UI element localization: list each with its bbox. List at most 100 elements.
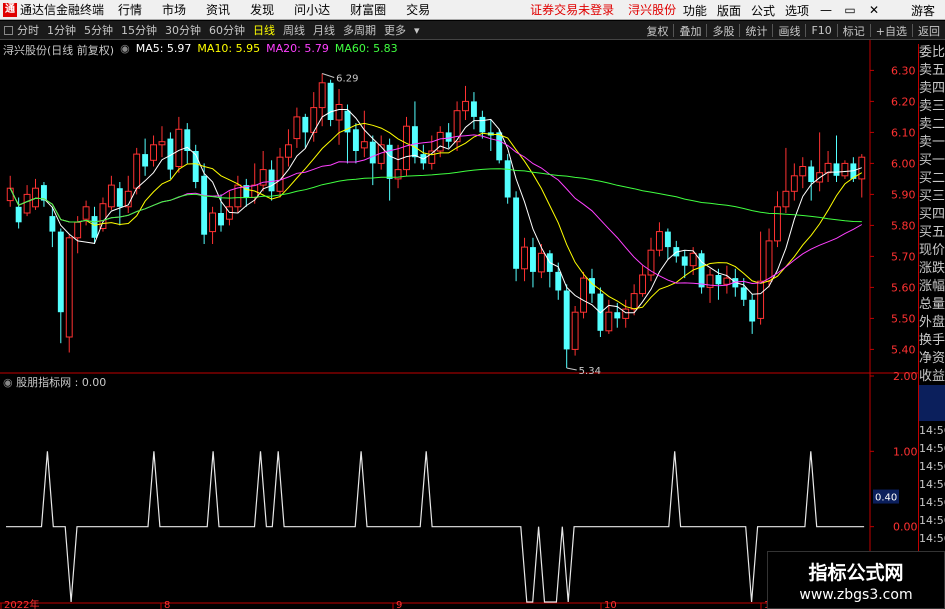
- candle-body: [116, 188, 123, 207]
- menu-hangqing[interactable]: 行情: [118, 1, 142, 18]
- candle-body: [715, 275, 722, 285]
- trade-login-notice[interactable]: 证券交易未登录: [530, 1, 614, 18]
- candle-body: [749, 299, 756, 322]
- period-toolbar: 分时 1分钟 5分钟 15分钟 30分钟 60分钟 日线 周线 月线 多周期 更…: [0, 21, 945, 40]
- menu-caifuquan[interactable]: 财富圈: [350, 1, 386, 18]
- menu-banmian[interactable]: 版面: [717, 2, 741, 19]
- indicator-settings-icon[interactable]: ◉: [3, 376, 13, 389]
- ma20-legend: MA20: 5.79: [266, 42, 329, 55]
- period-15min[interactable]: 15分钟: [121, 22, 157, 38]
- guest-label[interactable]: 游客: [911, 2, 935, 19]
- price-tick-label: 5.90: [891, 188, 916, 201]
- indicator-separator: :: [74, 376, 82, 389]
- period-more[interactable]: 更多: [384, 22, 406, 38]
- low-marker-line: [566, 367, 577, 371]
- btn-add-favorite[interactable]: +自选: [876, 23, 907, 39]
- btn-fuquan[interactable]: 复权: [646, 23, 668, 39]
- ma10-legend: MA10: 5.95: [197, 42, 261, 55]
- candle-body: [571, 311, 579, 350]
- ma60-legend: MA60: 5.83: [334, 42, 398, 55]
- menu-shichang[interactable]: 市场: [162, 1, 186, 18]
- candle-body: [360, 141, 368, 149]
- candle-body: [327, 82, 334, 120]
- layout-toggle-icon[interactable]: [4, 25, 13, 35]
- minimize-icon[interactable]: —: [819, 3, 833, 17]
- price-tick-label: 6.20: [891, 95, 916, 108]
- menu-faxian[interactable]: 发现: [250, 1, 274, 18]
- menu-jiaoyi[interactable]: 交易: [406, 1, 430, 18]
- btn-biaoji[interactable]: 标记: [843, 23, 865, 39]
- menu-xuanxiang[interactable]: 选项: [785, 2, 809, 19]
- high-price-label: 6.29: [336, 74, 358, 85]
- indicator-value: 0.00: [81, 376, 107, 389]
- period-daily[interactable]: 日线: [253, 22, 275, 38]
- price-tick-label: 5.40: [891, 343, 916, 356]
- menu-gongneng[interactable]: 功能: [683, 2, 707, 19]
- btn-diejia[interactable]: 叠加: [679, 23, 701, 39]
- sidebar-label: 涨跌: [919, 261, 945, 276]
- separator: [739, 24, 741, 37]
- candle-body: [32, 187, 39, 208]
- candle-body: [403, 125, 410, 171]
- price-tick-label: 5.60: [891, 281, 916, 294]
- tick-time: 14:56: [919, 496, 945, 509]
- menu-zixun[interactable]: 资讯: [206, 1, 230, 18]
- btn-duogu[interactable]: 多股: [712, 23, 734, 39]
- indicator-legend: ◉ 股朋指标网 : 0.00: [3, 374, 106, 390]
- menu-bar: 通 通达信金融终端 行情 市场 资讯 发现 问小达 财富圈 交易 证券交易未登录…: [0, 0, 945, 20]
- btn-f10[interactable]: F10: [811, 24, 831, 37]
- time-tick-label: 8: [164, 600, 170, 609]
- sidebar-label: 买五: [919, 225, 945, 240]
- sidebar-label: 外盘: [919, 315, 945, 330]
- separator: [869, 24, 871, 37]
- candle-body: [630, 293, 638, 310]
- period-5min[interactable]: 5分钟: [84, 22, 113, 38]
- settings-icon[interactable]: ◉: [120, 42, 130, 58]
- candle-body: [175, 128, 183, 168]
- sidebar-label: 卖一: [919, 135, 945, 150]
- period-monthly[interactable]: 月线: [313, 22, 335, 38]
- period-multi[interactable]: 多周期: [343, 22, 376, 38]
- candle-body: [285, 144, 292, 158]
- candle-body: [201, 175, 208, 235]
- tick-time: 14:56: [919, 514, 945, 527]
- close-icon[interactable]: ✕: [867, 3, 881, 17]
- candle-body: [74, 221, 82, 239]
- candle-body: [537, 252, 545, 273]
- price-tick-label: 6.10: [891, 126, 916, 139]
- ma-legend: 浔兴股份(日线 前复权) ◉ MA5: 5.97 MA10: 5.95 MA20…: [3, 42, 404, 58]
- period-fenshi[interactable]: 分时: [17, 22, 39, 38]
- candle-body: [369, 141, 376, 164]
- more-dropdown-icon[interactable]: ▾: [414, 24, 420, 37]
- menu-wenxiaoda[interactable]: 问小达: [294, 1, 330, 18]
- restore-icon[interactable]: ▭: [843, 3, 857, 17]
- period-weekly[interactable]: 周线: [283, 22, 305, 38]
- current-stock-name: 浔兴股份: [628, 3, 677, 17]
- period-1min[interactable]: 1分钟: [47, 22, 76, 38]
- sidebar-label: 卖四: [919, 81, 945, 96]
- tick-time: 14:56: [919, 460, 945, 473]
- price-tick-label: 5.50: [891, 312, 916, 325]
- btn-back[interactable]: 返回: [918, 23, 940, 39]
- candle-body: [99, 203, 107, 229]
- candle-body: [293, 116, 301, 140]
- period-60min[interactable]: 60分钟: [209, 22, 245, 38]
- menu-gongshi[interactable]: 公式: [751, 2, 775, 19]
- candle-body: [268, 169, 275, 192]
- site-watermark: 指标公式网 www.zbgs3.com: [767, 551, 945, 609]
- candle-body: [142, 154, 149, 167]
- kline-chart[interactable]: 6.30 6.20 6.10 6.00 5.90 5.80 5.70 5.60 5.50 5.40…: [0, 40, 918, 609]
- candle-body: [664, 231, 671, 248]
- period-30min[interactable]: 30分钟: [165, 22, 201, 38]
- crosshair-value: 0.40: [875, 493, 897, 504]
- candle-body: [589, 278, 595, 294]
- btn-huaxian[interactable]: 画线: [778, 23, 800, 39]
- time-tick-label: 9: [396, 600, 402, 609]
- candle-body: [504, 160, 511, 198]
- candle-body: [757, 280, 765, 319]
- price-tick-label: 5.70: [891, 250, 916, 263]
- selected-row-highlight: [919, 385, 945, 421]
- btn-tongji[interactable]: 统计: [745, 23, 767, 39]
- candle-body: [470, 101, 477, 117]
- candle-body: [530, 247, 536, 272]
